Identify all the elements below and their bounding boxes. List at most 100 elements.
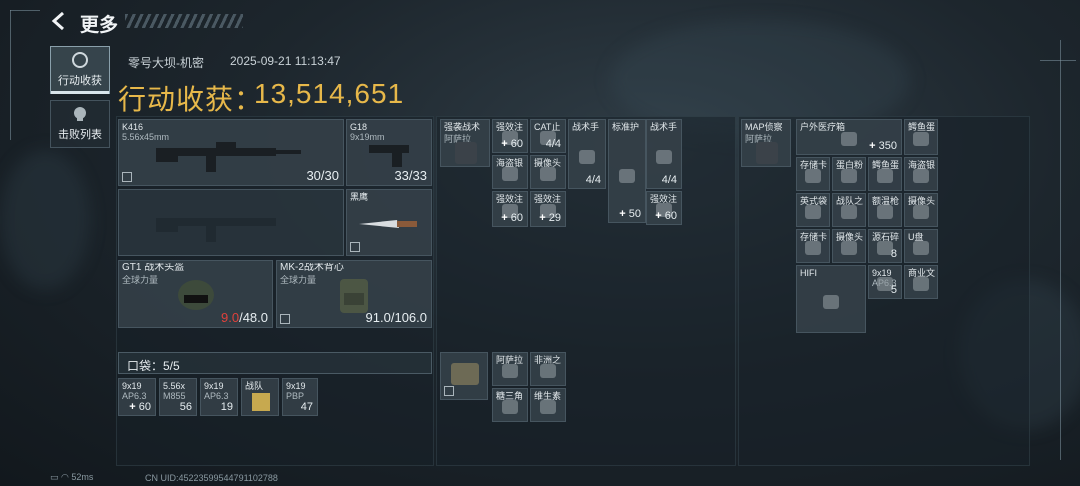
item-count: 4/4 [585,174,601,186]
header-decoration [125,14,243,28]
item-icon [841,131,857,146]
inventory-item[interactable]: 源石碎 8 [868,229,902,263]
user-uid: CN UID:4522359954479110278​8 [145,473,278,483]
item-sub: PBP [286,391,305,401]
inventory-item[interactable]: 户外医疗箱 + 350 [796,119,902,155]
primary-weapon-slot[interactable]: K416 5.56x45mm 30/30 [118,119,344,186]
item-name: 9x19 [286,381,306,391]
item-count: + 60 [129,401,151,413]
item-name: 战术手 [572,122,600,132]
inventory-item[interactable]: 非洲之 [530,352,566,386]
backpack-slot[interactable]: MAP侦察 阿萨拉 [741,119,791,167]
inventory-item[interactable]: 9x19AP6.35 [868,265,902,299]
item-sub: AP6.3 [122,391,147,401]
inventory-item[interactable]: 糖三角 [492,388,528,422]
item-icon [823,295,839,310]
item-count: 4/4 [545,138,561,150]
armor-faction: 全球力量 [280,275,317,285]
inventory-item[interactable]: 标准护 + 50 [608,119,646,223]
inventory-item[interactable]: 战术手 4/4 [568,119,606,189]
helmet-slot[interactable]: GT1 战术头盔 全球力量 9.0/48.0 [118,260,273,328]
inventory-item[interactable]: 战队之 [832,193,866,227]
sidearm-slot[interactable]: G18 9x19mm 33/33 [346,119,432,186]
inventory-item[interactable]: 强效注 + 60 [492,119,528,153]
inventory-item[interactable]: 海盗银 [492,155,528,189]
inventory-item[interactable]: 英式袋 [796,193,830,227]
item-name: 鳄鱼蛋 [908,122,936,132]
inventory-item[interactable]: 海盗银 [904,157,938,191]
status-bar: ▭ ◠ 52ms [50,472,93,483]
inspect-icon [350,242,360,252]
inventory-item[interactable]: 额温枪 [868,193,902,227]
item-name: HIFI [800,268,817,278]
earnings-label: 行动收获： [118,84,264,115]
melee-slot[interactable]: 黑鹰 [346,189,432,256]
item-name: 战队 [245,381,264,391]
helmet-faction: 全球力量 [122,275,159,285]
pocket-item[interactable]: 5.56x M855 56 [159,378,197,416]
armor-name: MK-2战术背心 [280,263,344,273]
inventory-item[interactable]: 强效注 + 60 [646,191,682,225]
weapon-name: K416 [122,122,144,132]
item-icon [913,204,929,219]
item-name: 9x19 [204,381,224,391]
inventory-item[interactable]: 维生素 [530,388,566,422]
pocket-item[interactable]: 9x19 AP6.3 19 [200,378,238,416]
armor-slot[interactable]: MK-2战术背心 全球力量 91.0/106.0 [276,260,432,328]
backpack-name: MAP侦察 [745,122,783,132]
inventory-item[interactable]: 强效注 + 29 [530,191,566,227]
item-count: + 50 [619,208,641,220]
item-icon [877,168,893,183]
match-datetime: 2025-09-21 11:13:47 [230,54,341,68]
item-icon [913,168,929,183]
inventory-item[interactable]: 阿萨拉 [492,352,528,386]
inventory-item[interactable]: 蛋白粉 [832,157,866,191]
inventory-item[interactable]: 鳄鱼蛋 [904,119,938,155]
page-title: 更多 [80,15,119,36]
backpack-icon [756,142,778,164]
chevron-left-icon[interactable] [48,10,70,32]
pocket-item[interactable]: 9x19 AP6.3 + 60 [118,378,156,416]
item-count: 47 [300,401,313,413]
ping: 52ms [71,472,94,482]
item-icon [656,150,672,165]
item-name: 标准护 [612,122,640,132]
item-name: 9x19 [122,381,142,391]
item-count: 56 [179,401,192,413]
pistol-icon [369,144,409,167]
inventory-item[interactable]: 摄像头 [832,229,866,263]
tab-kill-list[interactable]: 击败列表 [50,100,110,148]
tab-action-loot[interactable]: 行动收获 [50,46,110,94]
inventory-item[interactable]: 摄像头 [904,193,938,227]
rig-name: 强袭战术 [444,122,481,132]
inventory-item[interactable]: CAT止 4/4 [530,119,566,153]
item-count: + 350 [869,140,897,152]
inventory-item[interactable]: 存储卡 [796,157,830,191]
inspect-icon [444,386,454,396]
card-icon [252,393,270,411]
item-count: 5 [890,284,897,296]
inventory-item[interactable]: 存储卡 [796,229,830,263]
inventory-item[interactable]: 摄像头 [530,155,566,189]
helmet-name: GT1 战术头盔 [122,263,185,273]
wifi-icon: ◠ [61,472,69,482]
inventory-item[interactable]: 战术手 4/4 [646,119,682,189]
rig-slot[interactable]: 强袭战术 阿萨拉 [440,119,490,167]
inventory-item[interactable]: U盘 [904,229,938,263]
earnings-value: 13,514,651 [254,78,405,109]
item-icon [502,399,518,414]
secondary-weapon-slot[interactable] [118,189,344,256]
item-count: + 60 [501,212,523,224]
inventory-item[interactable]: HIFI [796,265,866,333]
item-icon [502,363,518,378]
inventory-item[interactable]: 鳄鱼蛋 [868,157,902,191]
pocket-item[interactable]: 战队 [241,378,279,416]
item-icon [841,204,857,219]
inventory-item[interactable]: 强效注 + 60 [492,191,528,227]
ammo-count: 33/33 [394,168,427,183]
pocket-item[interactable]: 9x19 PBP 47 [282,378,318,416]
safebox-slot[interactable] [440,352,488,400]
inventory-item[interactable]: 商业文 [904,265,938,299]
item-icon [579,150,595,165]
melee-name: 黑鹰 [350,192,369,202]
